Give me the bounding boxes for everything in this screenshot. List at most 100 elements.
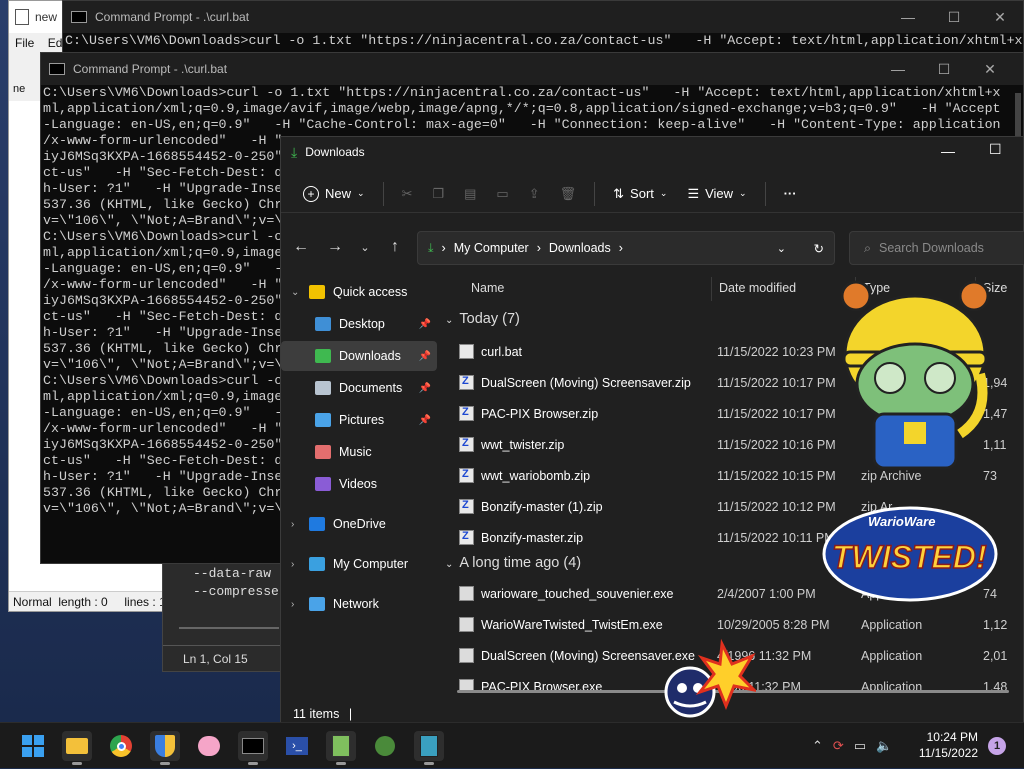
plus-icon: + — [303, 185, 319, 202]
sidebar-item-music[interactable]: Music — [281, 437, 437, 467]
logo-text: TWISTED! — [832, 539, 987, 575]
security-shield-icon[interactable] — [150, 731, 180, 765]
file-size: 2,01 — [983, 649, 1008, 663]
breadcrumb-downloads[interactable]: Downloads — [549, 241, 611, 255]
notepad-tab[interactable]: ne — [13, 83, 25, 95]
copy-icon[interactable]: ❐ — [424, 178, 452, 210]
cmd-icon — [49, 63, 65, 75]
sidebar-item-pictures[interactable]: Pictures 📌 — [281, 405, 437, 435]
search-input[interactable]: Search Downloads — [879, 241, 984, 255]
rename-icon[interactable]: ▭ — [488, 178, 516, 210]
sidebar-item-label: Downloads — [339, 349, 401, 363]
address-bar[interactable]: ⤓ › My Computer › Downloads › ⌄ ↻ — [417, 231, 835, 265]
group-header-old[interactable]: ⌄ A long time ago (4) — [445, 555, 581, 571]
sidebar-item-videos[interactable]: Videos — [281, 469, 437, 499]
maximize-button[interactable]: ☐ — [921, 53, 967, 85]
column-divider[interactable] — [711, 277, 712, 301]
maximize-button[interactable]: ☐ — [989, 141, 1002, 158]
back-arrow-icon[interactable]: ← — [289, 235, 313, 259]
sidebar-item-label: Network — [333, 597, 379, 611]
notepad-icon[interactable] — [414, 731, 444, 765]
sidebar-item-downloads[interactable]: Downloads 📌 — [281, 341, 437, 371]
file-date: 11/15/2022 10:23 PM — [717, 345, 836, 359]
item-count: 11 items | — [293, 707, 353, 721]
zip-file-icon — [459, 530, 474, 545]
sidebar-item-onedrive[interactable]: › OneDrive — [281, 509, 437, 539]
minimize-button[interactable]: — — [885, 1, 931, 33]
notepad-plus-plus-icon[interactable] — [326, 731, 356, 765]
address-dropdown-icon[interactable]: ⌄ — [777, 242, 786, 255]
close-button[interactable]: ✕ — [967, 53, 1013, 85]
sidebar-item-label: Quick access — [333, 285, 408, 299]
maximize-button[interactable]: ☐ — [931, 1, 977, 33]
powershell-icon[interactable]: ›_ — [282, 731, 312, 761]
sidebar-item-network[interactable]: › Network — [281, 589, 437, 619]
sidebar-item-quick-access[interactable]: ⌄ Quick access — [281, 277, 437, 307]
close-button[interactable]: ✕ — [977, 1, 1023, 33]
sidebar-item-documents[interactable]: Documents 📌 — [281, 373, 437, 403]
editor-status: Ln 1, Col 15 — [163, 645, 281, 671]
notification-badge[interactable]: 1 — [988, 737, 1006, 755]
chevron-down-icon[interactable]: ⌄ — [291, 287, 299, 298]
zip-file-icon — [459, 499, 474, 514]
cut-icon[interactable]: ✂ — [394, 178, 421, 210]
column-date[interactable]: Date modified — [719, 281, 796, 295]
chevron-right-icon[interactable]: › — [291, 599, 294, 610]
recent-chevron-icon[interactable]: ⌄ — [353, 235, 377, 259]
chrome-icon[interactable] — [106, 731, 136, 761]
network-icon[interactable]: ▭ — [854, 738, 866, 754]
delete-icon[interactable]: 🗑 — [552, 178, 585, 210]
chevron-right-icon[interactable]: › — [291, 559, 294, 570]
menu-file[interactable]: File — [15, 36, 34, 50]
view-label: View — [705, 186, 734, 201]
breadcrumb-separator-icon: › — [536, 241, 541, 255]
chevron-down-icon: ⌄ — [739, 188, 747, 198]
volume-icon[interactable]: 🔈 — [876, 738, 892, 754]
more-options-button[interactable]: ··· — [776, 178, 805, 210]
music-icon — [315, 445, 331, 459]
windows-start-icon[interactable] — [18, 731, 48, 761]
explorer-toolbar: + New ⌄ ✂ ❐ ▤ ▭ ⇪ 🗑 ⇅ Sort ⌄ ☰ View ⌄ ··… — [281, 175, 1023, 213]
sidebar-item-my-computer[interactable]: › My Computer — [281, 549, 437, 579]
terminal-icon[interactable] — [238, 731, 268, 765]
zip-file-icon — [459, 468, 474, 483]
editor-line: --data-raw — [193, 566, 272, 581]
menu-edit[interactable]: Ed — [48, 36, 63, 50]
cmd-titlebar[interactable]: Command Prompt - .\curl.bat — [63, 1, 1023, 33]
breadcrumb-my-computer[interactable]: My Computer — [454, 241, 529, 255]
bomb-character-image — [664, 638, 756, 718]
network-icon — [309, 597, 325, 611]
new-label: New — [325, 186, 352, 201]
column-name[interactable]: Name — [471, 281, 504, 295]
file-explorer-icon[interactable] — [62, 731, 92, 765]
toolbar-separator — [764, 181, 766, 206]
group-header-today[interactable]: ⌄ Today (7) — [445, 311, 520, 327]
chevron-right-icon[interactable]: › — [291, 519, 294, 530]
explorer-titlebar[interactable]: ⤓ Downloads — ☐ — [281, 137, 1023, 167]
star-icon — [309, 285, 325, 299]
minimize-button[interactable]: — — [941, 143, 955, 159]
sort-button[interactable]: ⇅ Sort ⌄ — [605, 178, 675, 210]
refresh-icon[interactable]: ↻ — [814, 241, 824, 256]
new-button[interactable]: + New ⌄ — [295, 178, 373, 210]
kirby-icon[interactable] — [194, 731, 224, 761]
chevron-up-icon[interactable]: ⌃ — [812, 738, 823, 754]
paste-icon[interactable]: ▤ — [456, 178, 484, 210]
clock[interactable]: 10:24 PM 11/15/2022 — [919, 729, 978, 761]
pin-icon: 📌 — [418, 414, 431, 426]
forward-arrow-icon[interactable]: → — [323, 235, 347, 259]
editor-line: --compresse — [193, 584, 279, 599]
chevron-down-icon: ⌄ — [445, 315, 454, 326]
bug-icon[interactable] — [370, 731, 400, 761]
chevron-down-icon: ⌄ — [659, 188, 668, 198]
search-box[interactable]: ⌕ Search Downloads — [849, 231, 1024, 265]
computer-icon — [309, 557, 325, 571]
share-icon[interactable]: ⇪ — [521, 178, 548, 210]
minimize-button[interactable]: — — [875, 53, 921, 85]
cmd-title: Command Prompt - .\curl.bat — [95, 10, 250, 24]
sidebar-item-desktop[interactable]: Desktop 📌 — [281, 309, 437, 339]
update-icon[interactable]: ⟳ — [833, 738, 844, 754]
up-arrow-icon[interactable]: ↑ — [383, 235, 407, 259]
sidebar-item-label: OneDrive — [333, 517, 386, 531]
view-button[interactable]: ☰ View ⌄ — [679, 178, 754, 210]
